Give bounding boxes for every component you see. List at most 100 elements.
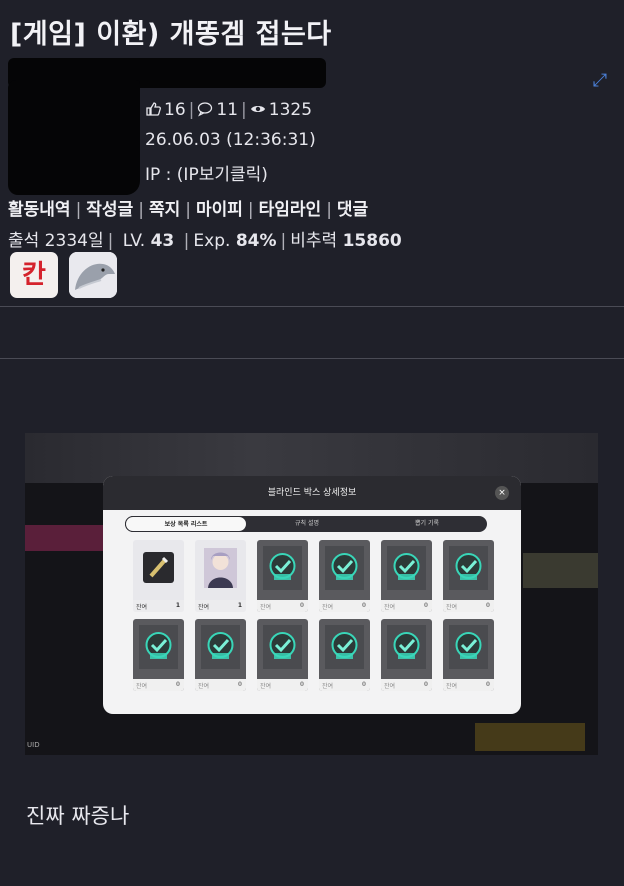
remaining-count: 0 bbox=[485, 681, 490, 688]
profile-links: 활동내역 | 작성글 | 쪽지 | 마이피 | 타임라인 | 댓글 bbox=[8, 200, 369, 220]
expand-icon[interactable]: ⤢ bbox=[590, 71, 610, 91]
user-stats: 출석 2334일 | LV. 43 | Exp. 84% | 비추력 15860 bbox=[8, 231, 402, 251]
redacted-avatar bbox=[8, 80, 140, 195]
tab-rules[interactable]: 규칙 설명 bbox=[247, 516, 367, 532]
comment-icon[interactable] bbox=[197, 101, 213, 117]
reward-card[interactable]: 잔여 0 bbox=[319, 540, 370, 612]
thumbs-up-icon[interactable] bbox=[145, 101, 161, 117]
remaining-count: 0 bbox=[299, 602, 304, 609]
link-message[interactable]: 쪽지 bbox=[149, 200, 180, 220]
like-count: 16 bbox=[164, 100, 186, 120]
completed-check-icon bbox=[263, 625, 302, 669]
remaining-count: 0 bbox=[423, 602, 428, 609]
link-mypi[interactable]: 마이피 bbox=[196, 200, 243, 220]
tab-draw-history[interactable]: 뽑기 기록 bbox=[367, 516, 487, 532]
completed-check-icon bbox=[449, 625, 488, 669]
divider bbox=[0, 358, 624, 359]
reward-card[interactable]: 잔여 0 bbox=[257, 619, 308, 691]
card-footer: 잔여 0 bbox=[319, 600, 370, 612]
post-counters: 16 | 11 | 1325 bbox=[145, 100, 312, 120]
card-footer: 잔여 0 bbox=[257, 600, 308, 612]
uid-label: UID bbox=[27, 741, 40, 749]
card-footer: 잔여 0 bbox=[257, 679, 308, 691]
completed-check-icon bbox=[201, 625, 240, 669]
card-footer: 잔여 0 bbox=[443, 600, 494, 612]
reward-card[interactable]: 잔여 0 bbox=[443, 619, 494, 691]
ip-link[interactable]: IP : (IP보기클릭) bbox=[145, 160, 268, 185]
level-value: 43 bbox=[150, 231, 175, 251]
post-body-text: 진짜 짜증나 bbox=[26, 804, 130, 828]
completed-check-icon bbox=[449, 546, 488, 590]
link-posts[interactable]: 작성글 bbox=[86, 200, 133, 220]
card-footer: 잔여 1 bbox=[195, 600, 246, 612]
reward-card[interactable]: 잔여 0 bbox=[257, 540, 308, 612]
remaining-count: 1 bbox=[175, 602, 180, 609]
reward-card[interactable]: 잔여 0 bbox=[319, 619, 370, 691]
reward-card[interactable]: 잔여 0 bbox=[133, 619, 184, 691]
post-date: 26.06.03 (12:36:31) bbox=[145, 130, 316, 150]
exp-label: Exp. bbox=[193, 231, 231, 251]
remaining-count: 0 bbox=[237, 681, 242, 688]
card-footer: 잔여 0 bbox=[381, 679, 432, 691]
remaining-count: 0 bbox=[361, 681, 366, 688]
remaining-count: 0 bbox=[175, 681, 180, 688]
reward-card[interactable]: 잔여 0 bbox=[443, 540, 494, 612]
card-footer: 잔여 0 bbox=[319, 679, 370, 691]
tab-reward-list[interactable]: 보상 목록 리스트 bbox=[125, 516, 247, 532]
game-background bbox=[25, 525, 103, 551]
dialog-title: 블라인드 박스 상세정보 bbox=[267, 488, 357, 498]
reward-card[interactable]: 잔여 0 bbox=[381, 540, 432, 612]
reward-grid: 잔여 1 잔여 1 잔여 0 잔여 0 잔여 0 잔여 0 잔여 0 잔여 0 잔여 0 잔여 0 잔여 0 잔여 0 bbox=[133, 540, 494, 691]
remaining-label: 잔여 bbox=[198, 683, 210, 690]
post-title: [게임] 이환) 개똥겜 접는다 bbox=[10, 19, 332, 50]
card-footer: 잔여 0 bbox=[133, 679, 184, 691]
level-label: LV. bbox=[122, 231, 146, 251]
link-activity[interactable]: 활동내역 bbox=[8, 200, 71, 220]
attendance: 출석 2334일 bbox=[8, 231, 104, 251]
reward-card[interactable]: 잔여 0 bbox=[195, 619, 246, 691]
remaining-label: 잔여 bbox=[136, 683, 148, 690]
comment-count: 11 bbox=[216, 100, 239, 120]
exp-value: 84% bbox=[235, 231, 277, 251]
remaining-count: 0 bbox=[361, 602, 366, 609]
card-footer: 잔여 0 bbox=[443, 679, 494, 691]
game-background bbox=[475, 723, 585, 751]
blind-box-dialog: 블라인드 박스 상세정보 × 보상 목록 리스트 규칙 설명 뽑기 기록 잔여 1… bbox=[103, 476, 521, 714]
eye-icon bbox=[250, 106, 265, 112]
remaining-label: 잔여 bbox=[260, 604, 272, 611]
character-portrait-icon bbox=[204, 548, 237, 588]
dialog-header: 블라인드 박스 상세정보 × bbox=[103, 476, 521, 510]
completed-check-icon bbox=[325, 546, 364, 590]
remaining-label: 잔여 bbox=[322, 604, 334, 611]
remaining-label: 잔여 bbox=[384, 683, 396, 690]
reward-card[interactable]: 잔여 1 bbox=[133, 540, 184, 612]
remaining-count: 1 bbox=[237, 602, 242, 609]
remaining-label: 잔여 bbox=[198, 604, 210, 611]
completed-check-icon bbox=[325, 625, 364, 669]
close-icon[interactable]: × bbox=[495, 486, 509, 500]
attached-screenshot[interactable]: UID 블라인드 박스 상세정보 × 보상 목록 리스트 규칙 설명 뽑기 기록… bbox=[25, 433, 598, 755]
reward-card[interactable]: 잔여 1 bbox=[195, 540, 246, 612]
remaining-label: 잔여 bbox=[260, 683, 272, 690]
remaining-label: 잔여 bbox=[136, 604, 148, 611]
remaining-label: 잔여 bbox=[446, 604, 458, 611]
power-value: 15860 bbox=[342, 231, 402, 251]
hanja-badge-text: 칸 bbox=[22, 260, 46, 290]
game-background bbox=[523, 553, 598, 588]
hanja-badge[interactable]: 칸 bbox=[10, 252, 58, 298]
card-footer: 잔여 0 bbox=[195, 679, 246, 691]
completed-check-icon bbox=[387, 546, 426, 590]
remaining-count: 0 bbox=[423, 681, 428, 688]
reward-card[interactable]: 잔여 0 bbox=[381, 619, 432, 691]
completed-check-icon bbox=[139, 625, 178, 669]
link-comments[interactable]: 댓글 bbox=[337, 200, 368, 220]
divider bbox=[0, 306, 624, 307]
card-footer: 잔여 0 bbox=[381, 600, 432, 612]
remaining-count: 0 bbox=[485, 602, 490, 609]
view-count: 1325 bbox=[268, 100, 313, 120]
dolphin-badge[interactable] bbox=[69, 252, 117, 298]
card-footer: 잔여 1 bbox=[133, 600, 184, 612]
remaining-label: 잔여 bbox=[322, 683, 334, 690]
power-label: 비추력 bbox=[290, 231, 338, 251]
link-timeline[interactable]: 타임라인 bbox=[259, 200, 322, 220]
